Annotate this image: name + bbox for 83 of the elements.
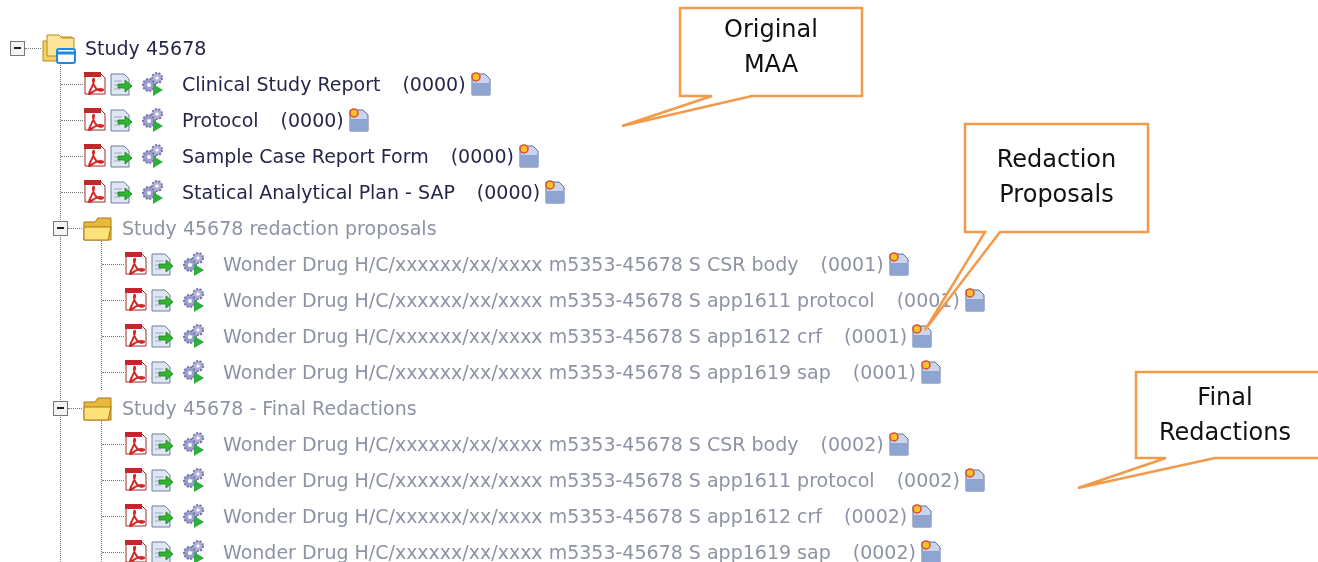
pdf-icon	[124, 539, 148, 562]
pdf-icon	[124, 287, 148, 313]
note-icon	[962, 287, 987, 313]
document-arrow-icon	[150, 504, 174, 528]
document-name: Wonder Drug H/C/xxxxxx/xx/xxxx m5353-45678 S app1611 protocol	[223, 467, 875, 493]
gears-icon	[181, 503, 207, 529]
version-number: (0002)	[896, 467, 960, 493]
gears-icon	[181, 359, 207, 385]
document-arrow-icon	[150, 324, 174, 348]
note-icon	[543, 179, 568, 205]
document-arrow-icon	[109, 108, 133, 132]
note-icon	[516, 143, 541, 169]
pdf-icon	[124, 251, 148, 277]
document-name: Wonder Drug H/C/xxxxxx/xx/xxxx m5353-45678 S app1619 sap	[223, 359, 831, 385]
note-icon	[962, 467, 987, 493]
note-icon	[346, 107, 371, 133]
version-number: (0000)	[280, 107, 344, 133]
gears-icon	[140, 71, 166, 97]
note-icon	[468, 71, 493, 97]
pdf-icon	[124, 431, 148, 457]
collapse-toggle[interactable]	[53, 400, 68, 416]
document-name: Wonder Drug H/C/xxxxxx/xx/xxxx m5353-45678 S CSR body	[223, 251, 799, 277]
document-name: Clinical Study Report	[182, 71, 381, 97]
note-icon	[910, 503, 935, 529]
pdf-icon	[83, 107, 107, 133]
study-name: Study 45678	[85, 35, 207, 61]
document-arrow-icon	[150, 540, 174, 562]
note-icon	[918, 539, 943, 562]
note-icon	[886, 431, 911, 457]
document-name: Wonder Drug H/C/xxxxxx/xx/xxxx m5353-45678 S app1612 crf	[223, 323, 823, 349]
gears-icon	[181, 323, 207, 349]
gears-icon	[140, 179, 166, 205]
document-arrow-icon	[150, 468, 174, 492]
document-arrow-icon	[150, 432, 174, 456]
pdf-icon	[124, 467, 148, 493]
version-number: (0000)	[450, 143, 514, 169]
document-name: Wonder Drug H/C/xxxxxx/xx/xxxx m5353-45678 S CSR body	[223, 431, 799, 457]
gears-icon	[181, 431, 207, 457]
gears-icon	[181, 467, 207, 493]
study-folder-icon	[41, 31, 77, 65]
callout-text: Redaction Proposals	[995, 144, 1118, 210]
pdf-icon	[124, 503, 148, 529]
document-arrow-icon	[150, 360, 174, 384]
pdf-icon	[83, 179, 107, 205]
version-number: (0000)	[402, 71, 466, 97]
pdf-icon	[83, 71, 107, 97]
folder-icon	[82, 394, 114, 422]
version-number: (0002)	[852, 539, 916, 562]
version-number: (0002)	[844, 503, 908, 529]
version-number: (0001)	[852, 359, 916, 385]
document-name: Sample Case Report Form	[182, 143, 429, 169]
gears-icon	[181, 251, 207, 277]
pdf-icon	[124, 323, 148, 349]
version-number: (0001)	[820, 251, 884, 277]
collapse-toggle[interactable]	[10, 40, 25, 56]
document-name: Wonder Drug H/C/xxxxxx/xx/xxxx m5353-45678 S app1611 protocol	[223, 287, 875, 313]
gears-icon	[181, 539, 207, 562]
callout-text: Original MAA	[723, 14, 819, 80]
document-arrow-icon	[109, 144, 133, 168]
document-arrow-icon	[150, 252, 174, 276]
document-arrow-icon	[150, 288, 174, 312]
folder-name: Study 45678 - Final Redactions	[122, 395, 417, 421]
folder-icon	[82, 214, 114, 242]
folder-name: Study 45678 redaction proposals	[122, 215, 437, 241]
callout-text: Final Redactions	[1158, 382, 1292, 448]
note-icon	[910, 323, 935, 349]
document-name: Wonder Drug H/C/xxxxxx/xx/xxxx m5353-45678 S app1612 crf	[223, 503, 823, 529]
collapse-toggle[interactable]	[53, 220, 68, 236]
gears-icon	[140, 143, 166, 169]
pdf-icon	[124, 359, 148, 385]
gears-icon	[140, 107, 166, 133]
note-icon	[886, 251, 911, 277]
document-name: Protocol	[182, 107, 259, 133]
note-icon	[918, 359, 943, 385]
version-number: (0000)	[476, 179, 541, 205]
document-name: Wonder Drug H/C/xxxxxx/xx/xxxx m5353-45678 S app1619 sap	[223, 539, 831, 562]
version-number: (0001)	[844, 323, 908, 349]
document-arrow-icon	[109, 72, 133, 96]
version-number: (0002)	[820, 431, 884, 457]
pdf-icon	[83, 143, 107, 169]
document-name: Statical Analytical Plan - SAP	[182, 179, 455, 205]
gears-icon	[181, 287, 207, 313]
document-arrow-icon	[109, 180, 133, 204]
